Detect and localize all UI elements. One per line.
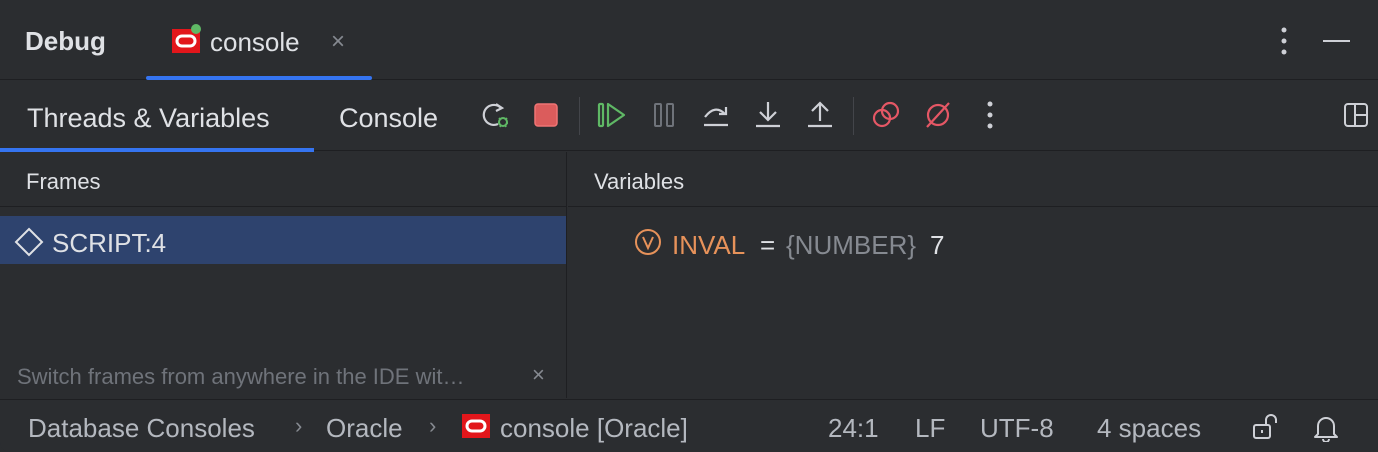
mute-breakpoints-button[interactable] — [921, 98, 955, 132]
toolbar-separator — [853, 97, 854, 135]
variable-name: INVAL — [672, 230, 746, 260]
step-into-button[interactable] — [751, 98, 785, 132]
pause-icon — [654, 103, 674, 127]
frames-pane: Frames SCRIPT:4 Switch frames from anywh… — [0, 152, 567, 398]
close-hint-icon[interactable]: × — [532, 362, 545, 388]
stop-button[interactable] — [529, 98, 563, 132]
tab-console-label: Console — [339, 103, 439, 133]
more-icon — [987, 101, 993, 129]
layout-icon — [1344, 103, 1368, 127]
more-actions-button[interactable] — [973, 98, 1007, 132]
variable-equals: = — [760, 230, 776, 260]
notifications-bell-icon[interactable] — [1311, 412, 1341, 442]
variable-type: {NUMBER} — [786, 230, 917, 260]
resume-button[interactable] — [595, 98, 629, 132]
tool-window-header: Debug console × — [0, 0, 1378, 80]
tab-threads-variables-label: Threads & Variables — [27, 103, 270, 133]
step-over-button[interactable] — [699, 98, 733, 132]
view-breakpoints-icon — [872, 101, 900, 128]
frames-header: Frames — [0, 152, 566, 207]
rerun-debug-button[interactable] — [478, 98, 512, 132]
breadcrumb-database-consoles[interactable]: Database Consoles — [28, 413, 255, 444]
caret-position[interactable]: 24:1 — [828, 413, 879, 444]
breadcrumb-oracle[interactable]: Oracle — [326, 413, 403, 444]
frame-row[interactable]: SCRIPT:4 — [0, 216, 566, 264]
oracle-console-icon — [462, 414, 490, 438]
frames-header-label: Frames — [26, 169, 101, 194]
view-breakpoints-button[interactable] — [869, 98, 903, 132]
step-into-icon — [756, 102, 780, 128]
variable-value: 7 — [930, 230, 945, 260]
step-out-icon — [808, 101, 832, 128]
options-more-icon[interactable] — [1272, 26, 1296, 56]
pause-button[interactable] — [647, 98, 681, 132]
tab-threads-variables[interactable]: Threads & Variables — [0, 81, 314, 152]
toolbar-separator — [579, 97, 580, 135]
step-out-button[interactable] — [803, 98, 837, 132]
file-encoding[interactable]: UTF-8 — [980, 413, 1054, 444]
variable-icon — [635, 229, 661, 255]
rerun-debug-icon — [482, 103, 508, 128]
variables-pane: Variables INVAL = {NUMBER} 7 — [568, 152, 1378, 398]
breadcrumb-console[interactable]: console [Oracle] — [500, 413, 688, 444]
resume-icon — [597, 102, 626, 128]
indent-setting[interactable]: 4 spaces — [1097, 413, 1201, 444]
breadcrumb-separator: › — [429, 413, 437, 438]
line-ending[interactable]: LF — [915, 413, 945, 444]
active-tab-underline — [146, 76, 372, 80]
breadcrumb-separator: › — [295, 413, 303, 438]
step-over-icon — [704, 107, 728, 127]
debugger-toolbar: Threads & Variables Console — [0, 81, 1378, 152]
frame-label: SCRIPT:4 — [52, 228, 167, 258]
debug-session-tab[interactable]: console × — [146, 0, 372, 80]
layout-settings-button[interactable] — [1339, 98, 1373, 132]
debug-tool-window: Debug console × Threads & Variables Cons… — [0, 0, 1378, 452]
session-tab-label: console — [210, 27, 300, 57]
minimize-icon[interactable] — [1323, 40, 1350, 42]
variables-header: Variables — [568, 152, 1378, 207]
session-active-indicator — [191, 24, 201, 34]
stop-icon — [534, 103, 558, 127]
status-bar: Database Consoles › Oracle › console [Or… — [0, 399, 1378, 452]
tool-window-title: Debug — [25, 26, 106, 56]
close-tab-icon[interactable]: × — [331, 30, 345, 54]
variables-header-label: Variables — [594, 169, 685, 194]
switch-frames-hint: Switch frames from anywhere in the IDE w… — [17, 364, 465, 389]
tab-console[interactable]: Console — [314, 81, 464, 151]
mute-breakpoints-icon — [926, 102, 950, 128]
unlock-icon[interactable] — [1250, 412, 1280, 442]
frame-diamond-icon — [14, 227, 44, 257]
